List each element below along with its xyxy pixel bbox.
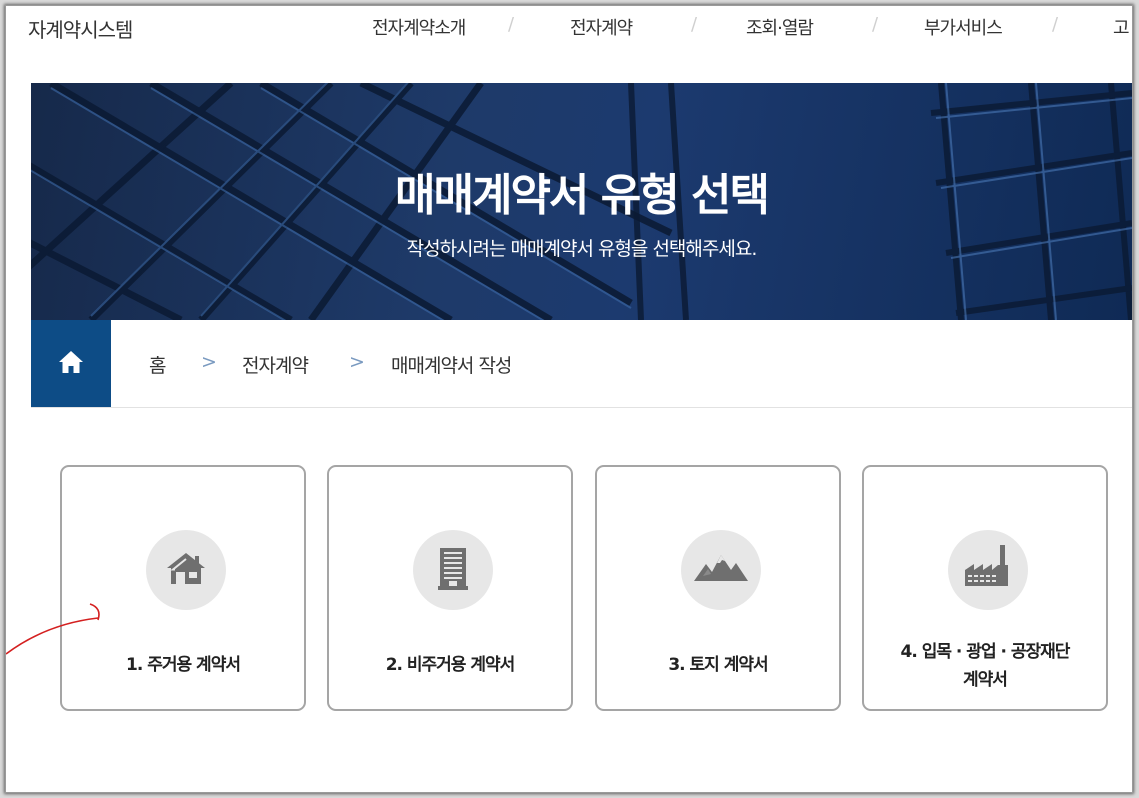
nav-item-customer[interactable]: 고 xyxy=(1113,14,1130,40)
card-label: 3. 토지 계약서 xyxy=(668,655,768,675)
card-icon-circle xyxy=(146,530,226,610)
nav-separator: / xyxy=(691,14,698,35)
card-icon-circle xyxy=(681,530,761,610)
annotation-arrow-icon xyxy=(6,603,100,655)
card-nonresidential-contract[interactable]: 2. 비주거용 계약서 xyxy=(327,465,573,711)
home-icon xyxy=(59,351,83,373)
card-icon-circle xyxy=(413,530,493,610)
card-forest-mining-factory-contract[interactable]: 4. 입목 · 광업 · 공장재단 계약서 xyxy=(862,465,1108,711)
card-label: 2. 비주거용 계약서 xyxy=(385,655,516,675)
breadcrumb-separator: > xyxy=(201,351,217,373)
nav-item-additional[interactable]: 부가서비스 xyxy=(924,14,1003,40)
card-label-line: 4. 입목 · 광업 · 공장재단 xyxy=(900,642,1071,662)
nav-item-intro[interactable]: 전자계약소개 xyxy=(372,14,466,40)
building-icon xyxy=(438,548,468,590)
page-title: 매매계약서 유형 선택 xyxy=(395,170,770,221)
card-land-contract[interactable]: 3. 토지 계약서 xyxy=(595,465,841,711)
house-icon xyxy=(167,553,205,584)
page-subtitle: 작성하시려는 매매계약서 유형을 선택해주세요. xyxy=(406,238,758,260)
nav-separator: / xyxy=(1052,14,1059,35)
card-residential-contract[interactable]: 1. 주거용 계약서 xyxy=(60,465,306,711)
nav-item-contract[interactable]: 전자계약 xyxy=(570,14,633,40)
nav-separator: / xyxy=(872,14,879,35)
breadcrumb-item-current: 매매계약서 작성 xyxy=(391,355,512,377)
card-label: 4. 입목 · 광업 · 공장재단 계약서 xyxy=(870,638,1100,694)
page-banner: 매매계약서 유형 선택 작성하시려는 매매계약서 유형을 선택해주세요. xyxy=(31,83,1132,320)
page: 자계약시스템 전자계약소개 / 전자계약 / 조회·열람 / 부가서비스 / 고 xyxy=(6,6,1132,792)
factory-icon xyxy=(965,545,1008,586)
breadcrumb-item-contract[interactable]: 전자계약 xyxy=(242,351,309,378)
top-navigation: 자계약시스템 전자계약소개 / 전자계약 / 조회·열람 / 부가서비스 / 고 xyxy=(6,6,1132,48)
home-button[interactable] xyxy=(31,320,111,407)
card-label-line: 계약서 xyxy=(963,670,1008,690)
breadcrumb-item-home[interactable]: 홈 xyxy=(149,351,167,378)
nav-item-inquiry[interactable]: 조회·열람 xyxy=(746,14,814,40)
card-icon-circle xyxy=(948,530,1028,610)
breadcrumb: 홈 > 전자계약 > 매매계약서 작성 xyxy=(31,320,1132,408)
breadcrumb-separator: > xyxy=(349,351,365,373)
site-title[interactable]: 자계약시스템 xyxy=(28,14,133,43)
nav-separator: / xyxy=(508,14,515,35)
mountain-icon xyxy=(694,555,748,581)
